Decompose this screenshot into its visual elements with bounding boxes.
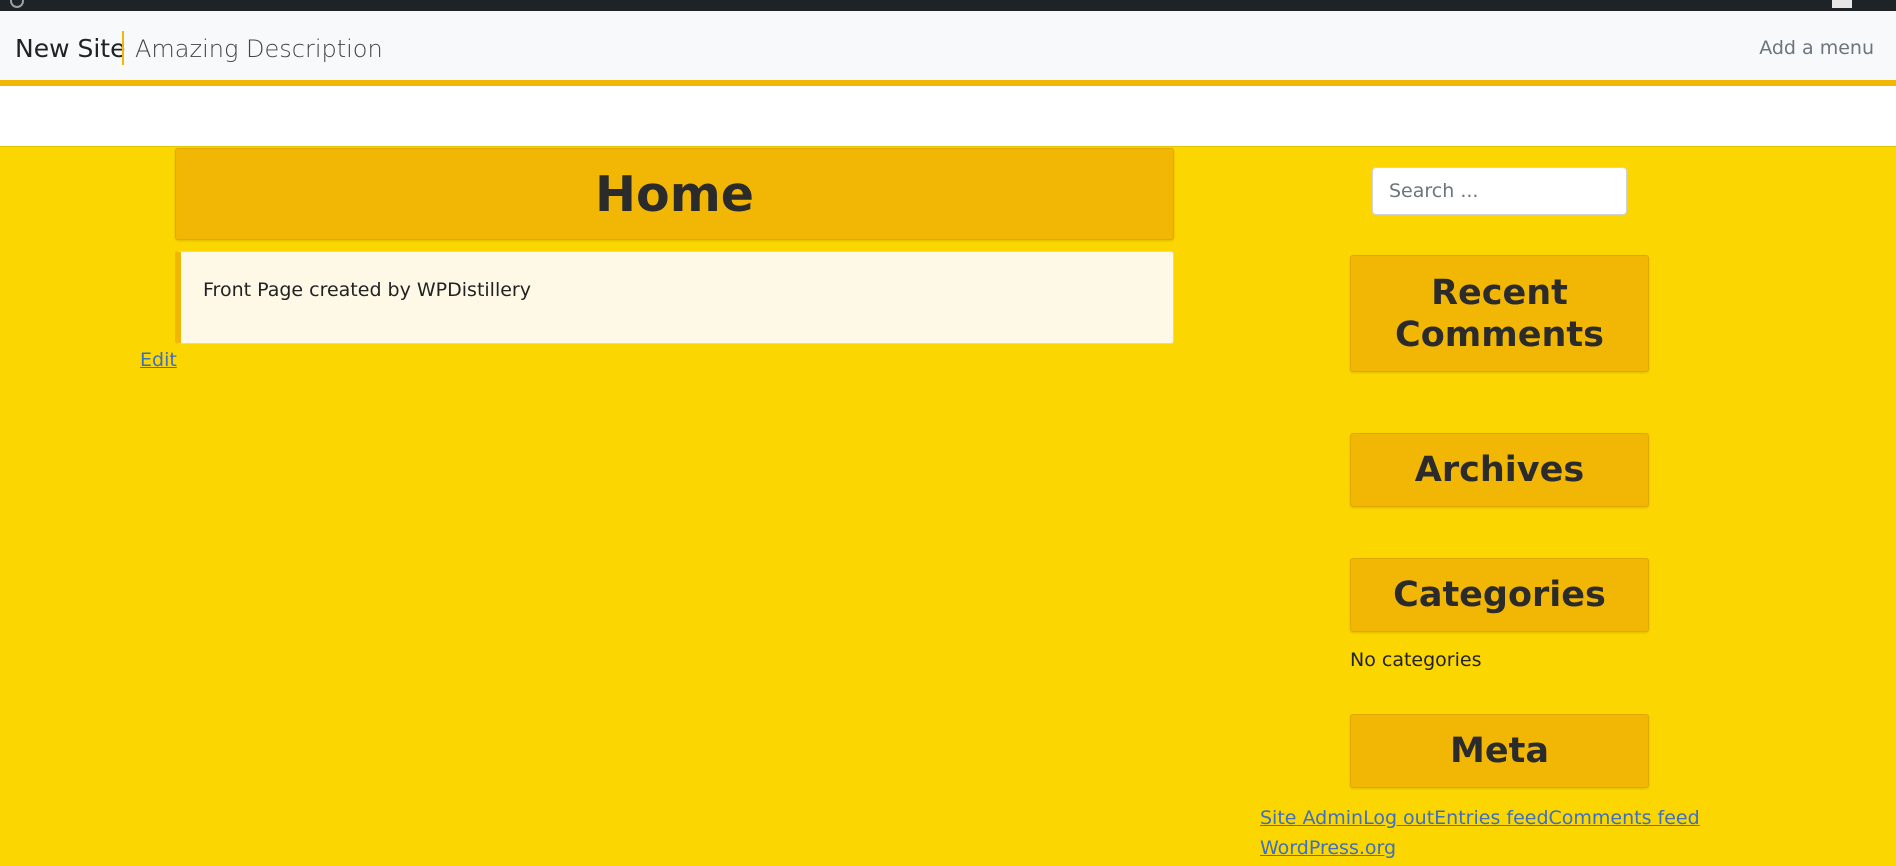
meta-link-site-admin[interactable]: Site Admin (1260, 807, 1363, 829)
widget-title-categories: Categories (1350, 558, 1649, 632)
wordpress-logo-icon[interactable] (10, 0, 24, 8)
entry-header: Home (175, 148, 1174, 240)
account-avatar-icon[interactable] (1832, 0, 1852, 8)
meta-link-comments-feed[interactable]: Comments feed (1549, 807, 1700, 829)
edit-link[interactable]: Edit (140, 349, 177, 371)
widget-title-archives: Archives (1350, 433, 1649, 507)
meta-link-entries-feed[interactable]: Entries feed (1434, 807, 1548, 829)
widget-title-meta: Meta (1350, 714, 1649, 788)
meta-links: Site AdminLog outEntries feedComments fe… (1260, 803, 1700, 863)
entry-content: Front Page created by WPDistillery (175, 251, 1174, 344)
meta-link-log-out[interactable]: Log out (1363, 807, 1434, 829)
admin-bar (0, 0, 1896, 11)
search-input[interactable] (1372, 167, 1627, 215)
entry-text: Front Page created by WPDistillery (203, 279, 531, 301)
meta-link-wordpress-org[interactable]: WordPress.org (1260, 837, 1396, 859)
site-title[interactable]: New Site (15, 34, 125, 63)
widget-title-recent-comments: Recent Comments (1350, 255, 1649, 372)
page-title: Home (595, 165, 754, 223)
no-categories-text: No categories (1350, 649, 1482, 671)
site-header: New Site Amazing Description Add a menu (0, 11, 1896, 86)
header-spacer (0, 86, 1896, 147)
title-divider (122, 31, 124, 65)
add-menu-link[interactable]: Add a menu (1759, 37, 1874, 59)
site-description: Amazing Description (135, 35, 383, 63)
